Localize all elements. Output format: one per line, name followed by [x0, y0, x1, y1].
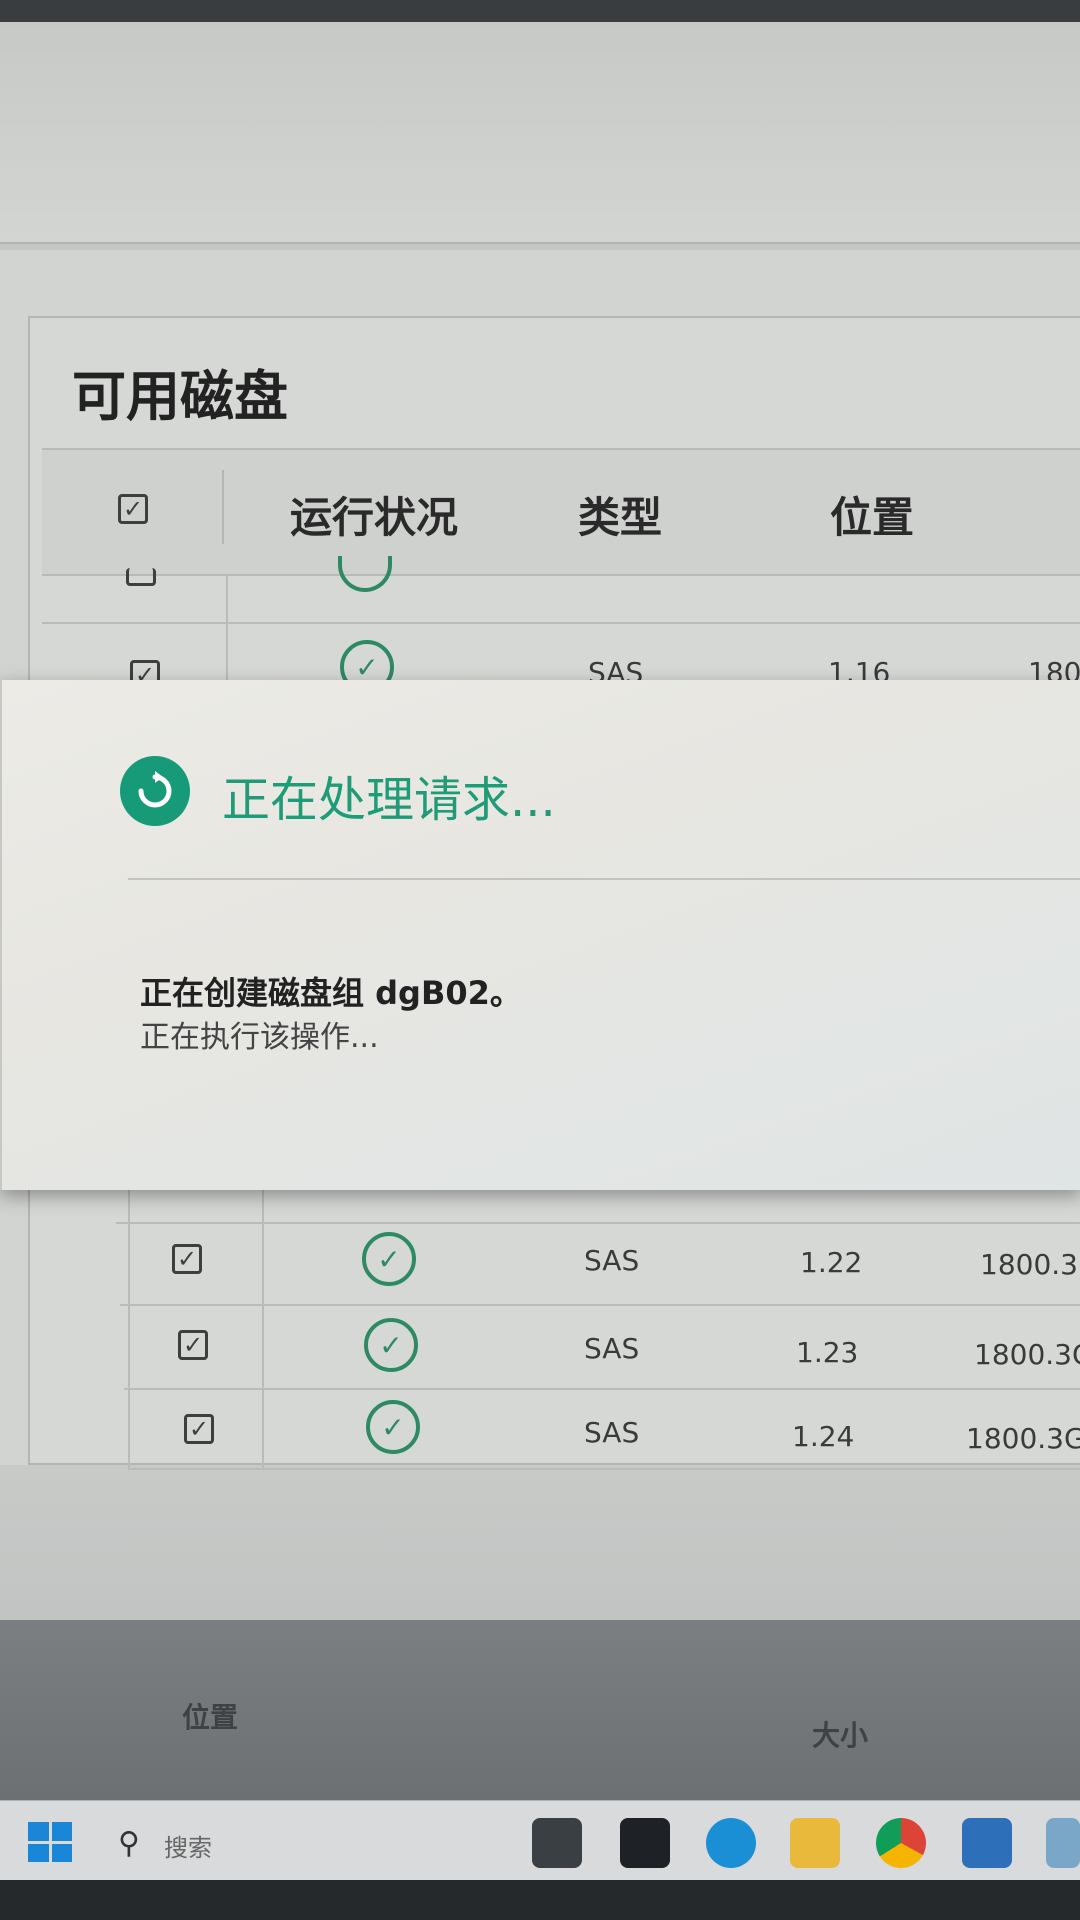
row-divider [124, 1388, 1080, 1390]
health-ok-icon: ✓ [362, 1232, 416, 1286]
cell-location: 1.22 [800, 1246, 863, 1279]
progress-spinner-icon [120, 756, 190, 826]
cell-size: 1800.3G [974, 1338, 1080, 1371]
row-divider [128, 1468, 1080, 1470]
cell-size: 1800.3G [966, 1422, 1080, 1455]
column-header-type[interactable]: 类型 [578, 484, 662, 545]
monitor-bezel-top [0, 0, 1080, 22]
dialog-divider [128, 878, 1080, 880]
column-header-location-lower[interactable]: 位置 [182, 1696, 238, 1736]
cell-type: SAS [584, 1244, 640, 1277]
cell-location: 1.23 [796, 1336, 859, 1369]
windows-start-icon[interactable] [28, 1822, 72, 1862]
terminal-icon[interactable] [620, 1818, 670, 1868]
row-checkbox[interactable] [126, 568, 156, 586]
column-header-size-lower[interactable]: 大小 [812, 1714, 868, 1754]
row-divider [42, 622, 1080, 624]
health-ok-icon: ✓ [364, 1318, 418, 1372]
header-area [0, 22, 1080, 244]
file-explorer-icon[interactable] [790, 1818, 840, 1868]
cell-location: 1.24 [792, 1420, 855, 1453]
search-icon: ⚲ [118, 1826, 140, 1861]
dialog-message: 正在创建磁盘组 dgB02。 [140, 974, 522, 1012]
monitor-bezel-bottom [0, 1880, 1080, 1920]
row-checkbox[interactable]: ✓ [178, 1330, 208, 1360]
edge-browser-icon[interactable] [706, 1818, 756, 1868]
search-placeholder[interactable]: 搜索 [164, 1828, 212, 1863]
header-divider [222, 470, 224, 544]
column-divider [262, 1190, 264, 1470]
row-divider [116, 1222, 1080, 1224]
card-title: 可用磁盘 [72, 365, 288, 428]
row-divider [120, 1304, 1080, 1306]
table-border [128, 1190, 130, 1470]
select-all-checkbox[interactable]: ✓ [118, 494, 148, 524]
column-header-health[interactable]: 运行状况 [290, 484, 458, 545]
cell-type: SAS [584, 1416, 640, 1449]
lower-table-header [0, 1620, 1080, 1800]
store-icon[interactable] [962, 1818, 1012, 1868]
dialog-title: 正在处理请求... [222, 772, 556, 828]
dialog-submessage: 正在执行该操作... [140, 1020, 379, 1055]
screen: 可用磁盘 ✓ 运行状况 类型 位置 ✓ ✓ SAS 1.16 180 ✓ ✓ S… [0, 0, 1080, 1920]
cell-size: 1800.3 [980, 1248, 1078, 1281]
row-checkbox[interactable]: ✓ [184, 1414, 214, 1444]
column-header-location[interactable]: 位置 [830, 484, 914, 545]
row-checkbox[interactable]: ✓ [172, 1244, 202, 1274]
column-divider [226, 574, 228, 680]
cell-type: SAS [584, 1332, 640, 1365]
health-ok-icon: ✓ [366, 1400, 420, 1454]
chrome-browser-icon[interactable] [876, 1818, 926, 1868]
app-icon[interactable] [1046, 1818, 1080, 1868]
table-header [42, 448, 1080, 576]
task-view-icon[interactable] [532, 1818, 582, 1868]
